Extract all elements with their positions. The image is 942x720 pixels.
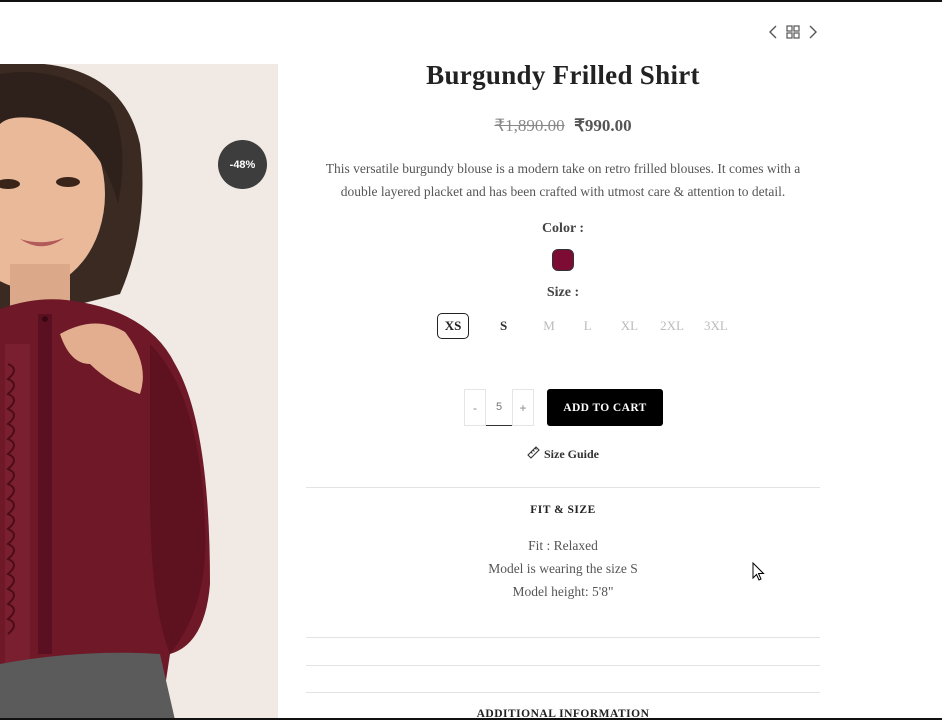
price-row: ₹1,890.00 ₹990.00 bbox=[306, 116, 820, 136]
color-swatch-burgundy[interactable] bbox=[552, 249, 574, 271]
fit-line: Fit : Relaxed bbox=[528, 538, 598, 553]
color-label: Color : bbox=[541, 221, 585, 236]
chevron-left-icon[interactable] bbox=[768, 24, 778, 43]
size-option-xs[interactable]: XS bbox=[437, 313, 469, 339]
product-image[interactable]: -48% bbox=[0, 64, 278, 720]
size-option-2xl[interactable]: 2XL bbox=[654, 313, 690, 339]
size-guide-label: Size Guide bbox=[544, 447, 600, 461]
size-option-xl[interactable]: XL bbox=[615, 313, 644, 339]
mouse-cursor-icon bbox=[752, 561, 766, 586]
top-border bbox=[0, 0, 942, 2]
quantity-plus-button[interactable]: + bbox=[512, 389, 534, 426]
size-guide-link[interactable]: Size Guide bbox=[527, 446, 599, 463]
description-line: double layered placket and has been craf… bbox=[340, 184, 786, 199]
divider bbox=[306, 692, 820, 693]
product-description: This versatile burgundy blouse is a mode… bbox=[306, 157, 820, 203]
fit-size-title[interactable]: FIT & SIZE bbox=[306, 504, 820, 516]
divider bbox=[306, 487, 820, 488]
size-option-3xl[interactable]: 3XL bbox=[698, 313, 734, 339]
description-line: This versatile burgundy blouse is a mode… bbox=[325, 161, 801, 176]
divider bbox=[306, 665, 820, 666]
grid-icon[interactable] bbox=[786, 24, 800, 43]
product-pager bbox=[768, 24, 818, 43]
price-old: ₹1,890.00 bbox=[494, 116, 565, 135]
size-options: XS S M L XL 2XL 3XL bbox=[437, 313, 734, 339]
quantity-stepper: - 5 + bbox=[464, 389, 534, 426]
price-new: ₹990.00 bbox=[574, 116, 632, 135]
quantity-input[interactable]: 5 bbox=[486, 389, 512, 426]
quantity-minus-button[interactable]: - bbox=[464, 389, 486, 426]
size-option-m[interactable]: M bbox=[537, 313, 561, 339]
size-label: Size : bbox=[546, 285, 580, 300]
discount-badge: -48% bbox=[218, 140, 267, 189]
size-option-l[interactable]: L bbox=[578, 313, 598, 339]
fit-size-content: Fit : Relaxed Model is wearing the size … bbox=[306, 534, 820, 603]
fit-line: Model height: 5'8" bbox=[512, 584, 614, 599]
divider bbox=[306, 637, 820, 638]
size-option-s[interactable]: S bbox=[494, 313, 513, 339]
fit-line: Model is wearing the size S bbox=[488, 561, 638, 576]
chevron-right-icon[interactable] bbox=[808, 24, 818, 43]
product-title: Burgundy Frilled Shirt bbox=[426, 60, 700, 90]
ruler-icon bbox=[527, 446, 540, 463]
add-to-cart-button[interactable]: ADD TO CART bbox=[547, 389, 663, 426]
